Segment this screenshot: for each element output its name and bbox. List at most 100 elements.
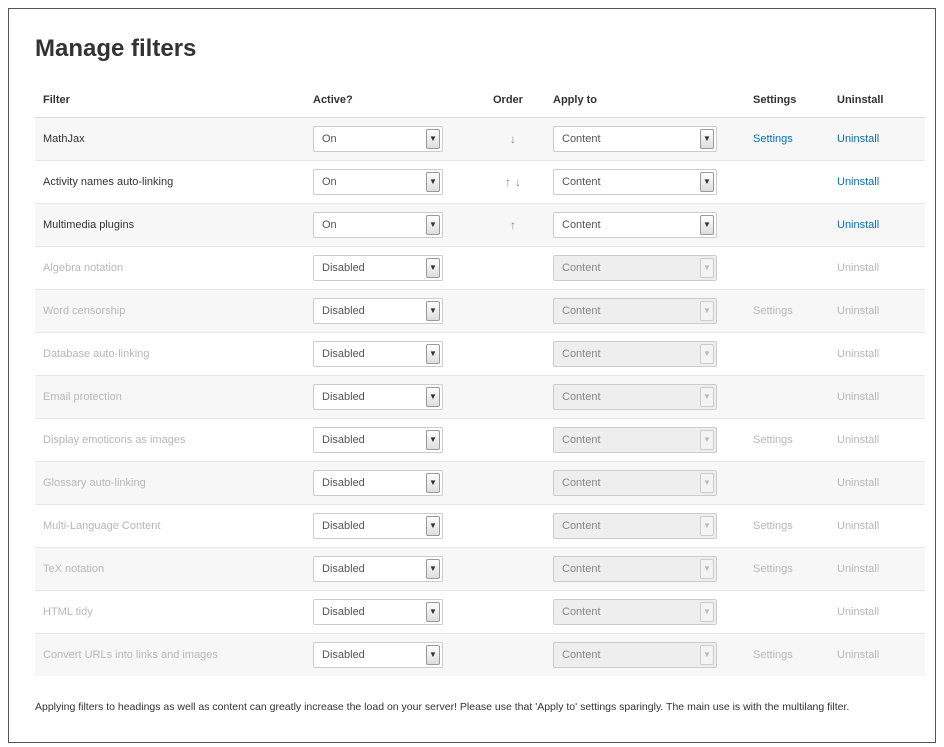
chevron-down-icon: ▼ xyxy=(426,214,440,235)
chevron-down-icon: ▼ xyxy=(700,171,714,192)
filter-name: Word censorship xyxy=(43,304,126,317)
chevron-down-icon: ▼ xyxy=(700,429,714,450)
uninstall-link[interactable]: Uninstall xyxy=(837,520,879,532)
apply-to-select-value: Content xyxy=(562,347,601,360)
header-active: Active? xyxy=(305,83,485,118)
filter-row: HTML tidy Disabled ▼ Content ▼ Uninstall xyxy=(35,589,925,633)
order-arrows-icon[interactable]: ↓ xyxy=(510,132,520,146)
uninstall-link[interactable]: Uninstall xyxy=(837,477,879,489)
uninstall-link[interactable]: Uninstall xyxy=(837,133,879,145)
uninstall-link[interactable]: Uninstall xyxy=(837,563,879,575)
uninstall-link[interactable]: Uninstall xyxy=(837,305,879,317)
chevron-down-icon: ▼ xyxy=(700,214,714,235)
uninstall-link[interactable]: Uninstall xyxy=(837,348,879,360)
active-select[interactable]: Disabled ▼ xyxy=(313,469,443,496)
filter-name: Convert URLs into links and images xyxy=(43,648,218,661)
settings-link[interactable]: Settings xyxy=(753,133,793,145)
filter-name: Display emoticons as images xyxy=(43,433,186,446)
active-select-value: On xyxy=(322,175,337,188)
apply-to-select-value: Content xyxy=(562,433,601,446)
chevron-down-icon: ▼ xyxy=(426,257,440,278)
chevron-down-icon: ▼ xyxy=(426,472,440,493)
active-select[interactable]: Disabled ▼ xyxy=(313,512,443,539)
active-select[interactable]: Disabled ▼ xyxy=(313,426,443,453)
active-select[interactable]: On ▼ xyxy=(313,211,443,238)
filter-name: Multi-Language Content xyxy=(43,519,161,532)
apply-to-select-value: Content xyxy=(562,304,601,317)
filter-name: MathJax xyxy=(43,132,85,145)
chevron-down-icon: ▼ xyxy=(426,300,440,321)
apply-to-select-value: Content xyxy=(562,175,601,188)
active-select[interactable]: Disabled ▼ xyxy=(313,254,443,281)
uninstall-link[interactable]: Uninstall xyxy=(837,606,879,618)
apply-to-select: Content ▼ xyxy=(553,297,717,324)
active-select[interactable]: Disabled ▼ xyxy=(313,340,443,367)
active-select-value: On xyxy=(322,218,337,231)
uninstall-link[interactable]: Uninstall xyxy=(837,176,879,188)
apply-to-select-value: Content xyxy=(562,390,601,403)
chevron-down-icon: ▼ xyxy=(700,257,714,278)
uninstall-link[interactable]: Uninstall xyxy=(837,434,879,446)
apply-to-select-value: Content xyxy=(562,132,601,145)
filter-name: Email protection xyxy=(43,390,122,403)
chevron-down-icon: ▼ xyxy=(426,601,440,622)
active-select[interactable]: Disabled ▼ xyxy=(313,383,443,410)
uninstall-link[interactable]: Uninstall xyxy=(837,219,879,231)
settings-link[interactable]: Settings xyxy=(753,520,793,532)
settings-link[interactable]: Settings xyxy=(753,649,793,661)
chevron-down-icon: ▼ xyxy=(426,386,440,407)
filter-row: Algebra notation Disabled ▼ Content ▼ Un… xyxy=(35,245,925,289)
chevron-down-icon: ▼ xyxy=(426,128,440,149)
active-select[interactable]: On ▼ xyxy=(313,125,443,152)
chevron-down-icon: ▼ xyxy=(426,644,440,665)
apply-to-select: Content ▼ xyxy=(553,254,717,281)
filter-name: HTML tidy xyxy=(43,605,93,618)
filter-row: Display emoticons as images Disabled ▼ C… xyxy=(35,417,925,461)
filter-row: Activity names auto-linking On ▼ ↑↓ Cont… xyxy=(35,159,925,203)
chevron-down-icon: ▼ xyxy=(426,429,440,450)
active-select[interactable]: Disabled ▼ xyxy=(313,555,443,582)
apply-to-select[interactable]: Content ▼ xyxy=(553,211,717,238)
settings-link[interactable]: Settings xyxy=(753,434,793,446)
header-order: Order xyxy=(485,83,545,118)
apply-to-select-value: Content xyxy=(562,519,601,532)
uninstall-link[interactable]: Uninstall xyxy=(837,391,879,403)
apply-to-select: Content ▼ xyxy=(553,512,717,539)
apply-to-select[interactable]: Content ▼ xyxy=(553,125,717,152)
chevron-down-icon: ▼ xyxy=(700,128,714,149)
apply-to-select[interactable]: Content ▼ xyxy=(553,168,717,195)
filter-row: TeX notation Disabled ▼ Content ▼ Settin… xyxy=(35,546,925,590)
settings-link[interactable]: Settings xyxy=(753,305,793,317)
filter-row: Word censorship Disabled ▼ Content ▼ Set… xyxy=(35,288,925,332)
header-apply-to: Apply to xyxy=(545,83,745,118)
apply-to-select: Content ▼ xyxy=(553,469,717,496)
active-select-value: Disabled xyxy=(322,648,365,661)
active-select[interactable]: Disabled ▼ xyxy=(313,598,443,625)
apply-to-select: Content ▼ xyxy=(553,598,717,625)
filters-table: Filter Active? Order Apply to Settings U… xyxy=(35,83,925,676)
header-filter: Filter xyxy=(35,83,305,118)
order-arrows-icon[interactable]: ↑↓ xyxy=(505,175,525,189)
active-select[interactable]: Disabled ▼ xyxy=(313,297,443,324)
active-select-value: Disabled xyxy=(322,433,365,446)
active-select-value: Disabled xyxy=(322,605,365,618)
active-select-value: Disabled xyxy=(322,519,365,532)
filter-row: Email protection Disabled ▼ Content ▼ Un… xyxy=(35,374,925,418)
active-select[interactable]: On ▼ xyxy=(313,168,443,195)
settings-link[interactable]: Settings xyxy=(753,563,793,575)
uninstall-link[interactable]: Uninstall xyxy=(837,262,879,274)
uninstall-link[interactable]: Uninstall xyxy=(837,649,879,661)
active-select-value: Disabled xyxy=(322,261,365,274)
chevron-down-icon: ▼ xyxy=(700,386,714,407)
filter-name: Algebra notation xyxy=(43,261,124,274)
active-select-value: Disabled xyxy=(322,347,365,360)
apply-to-select-value: Content xyxy=(562,218,601,231)
table-header-row: Filter Active? Order Apply to Settings U… xyxy=(35,83,925,118)
apply-to-select: Content ▼ xyxy=(553,641,717,668)
order-arrows-icon[interactable]: ↑ xyxy=(510,218,520,232)
apply-to-select: Content ▼ xyxy=(553,340,717,367)
filter-name: Database auto-linking xyxy=(43,347,150,360)
filter-name: Activity names auto-linking xyxy=(43,175,174,188)
chevron-down-icon: ▼ xyxy=(426,558,440,579)
active-select[interactable]: Disabled ▼ xyxy=(313,641,443,668)
